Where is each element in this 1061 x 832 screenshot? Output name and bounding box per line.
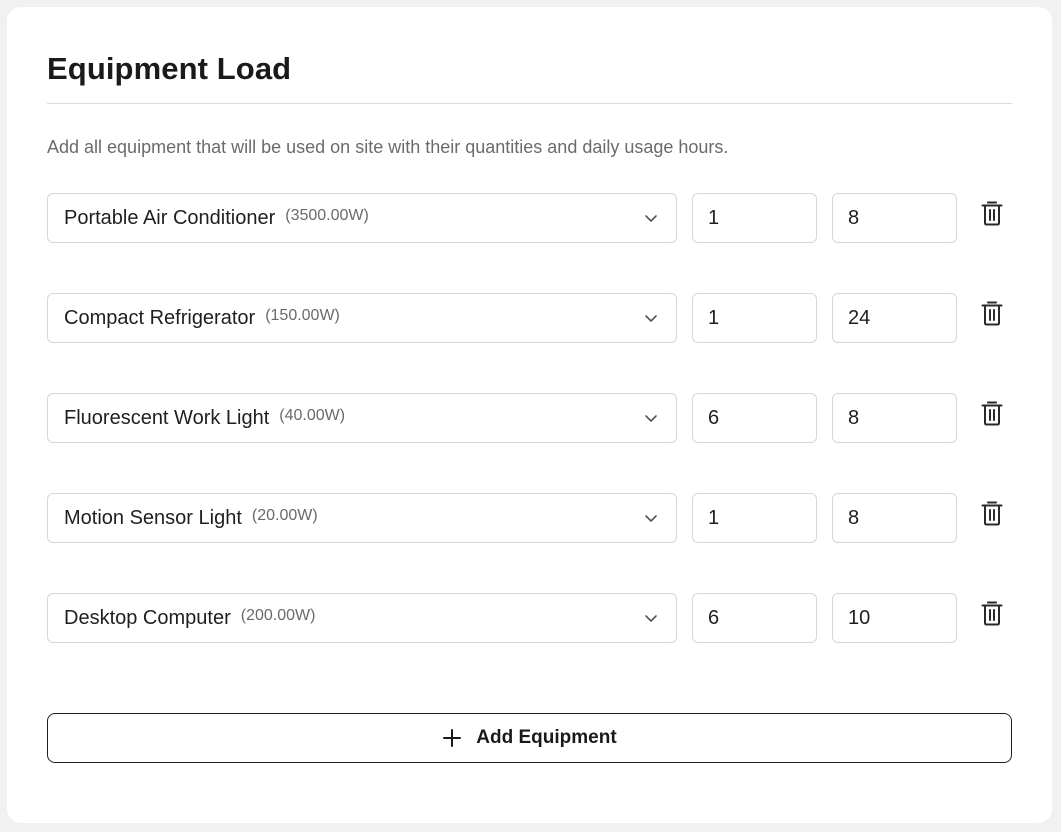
quantity-input[interactable]	[692, 493, 817, 543]
equipment-wattage: (200.00W)	[240, 607, 316, 624]
quantity-input[interactable]	[692, 393, 817, 443]
equipment-wattage: (20.00W)	[251, 507, 318, 524]
chevron-down-icon	[645, 615, 657, 622]
equipment-row: Desktop Computer (200.00W)	[47, 593, 1012, 643]
chevron-down-icon	[645, 415, 657, 422]
equipment-row: Motion Sensor Light (20.00W)	[47, 493, 1012, 543]
equipment-name: Compact Refrigerator	[64, 306, 256, 329]
hours-input[interactable]	[832, 293, 957, 343]
equipment-row: Fluorescent Work Light (40.00W)	[47, 393, 1012, 443]
equipment-select[interactable]: Compact Refrigerator (150.00W)	[47, 293, 677, 343]
hours-input[interactable]	[832, 493, 957, 543]
equipment-load-card: Equipment Load Add all equipment that wi…	[7, 7, 1052, 823]
equipment-wattage: (40.00W)	[279, 407, 346, 424]
hours-input[interactable]	[832, 193, 957, 243]
trash-icon[interactable]	[980, 299, 1004, 327]
plus-icon	[443, 729, 462, 747]
equipment-name: Fluorescent Work Light	[64, 406, 270, 429]
hours-input[interactable]	[832, 593, 957, 643]
add-equipment-button[interactable]: Add Equipment	[47, 713, 1012, 763]
equipment-name: Motion Sensor Light	[64, 506, 242, 529]
equipment-select[interactable]: Desktop Computer (200.00W)	[47, 593, 677, 643]
trash-icon[interactable]	[980, 499, 1004, 527]
add-equipment-label: Add Equipment	[476, 727, 617, 748]
chevron-down-icon	[645, 215, 657, 222]
page-title: Equipment Load	[47, 51, 292, 86]
hours-input[interactable]	[832, 393, 957, 443]
equipment-row: Compact Refrigerator (150.00W)	[47, 293, 1012, 343]
quantity-input[interactable]	[692, 193, 817, 243]
quantity-input[interactable]	[692, 293, 817, 343]
trash-icon[interactable]	[980, 399, 1004, 427]
title-divider	[47, 103, 1012, 104]
chevron-down-icon	[645, 515, 657, 522]
equipment-row: Portable Air Conditioner (3500.00W)	[47, 193, 1012, 243]
equipment-name: Desktop Computer	[64, 606, 231, 629]
quantity-input[interactable]	[692, 593, 817, 643]
equipment-name: Portable Air Conditioner	[64, 206, 276, 229]
equipment-select[interactable]: Fluorescent Work Light (40.00W)	[47, 393, 677, 443]
chevron-down-icon	[645, 315, 657, 322]
equipment-wattage: (3500.00W)	[285, 207, 369, 224]
equipment-wattage: (150.00W)	[265, 307, 340, 324]
equipment-select[interactable]: Portable Air Conditioner (3500.00W)	[47, 193, 677, 243]
section-description: Add all equipment that will be used on s…	[47, 137, 729, 157]
equipment-select[interactable]: Motion Sensor Light (20.00W)	[47, 493, 677, 543]
trash-icon[interactable]	[980, 599, 1004, 627]
trash-icon[interactable]	[980, 199, 1004, 227]
